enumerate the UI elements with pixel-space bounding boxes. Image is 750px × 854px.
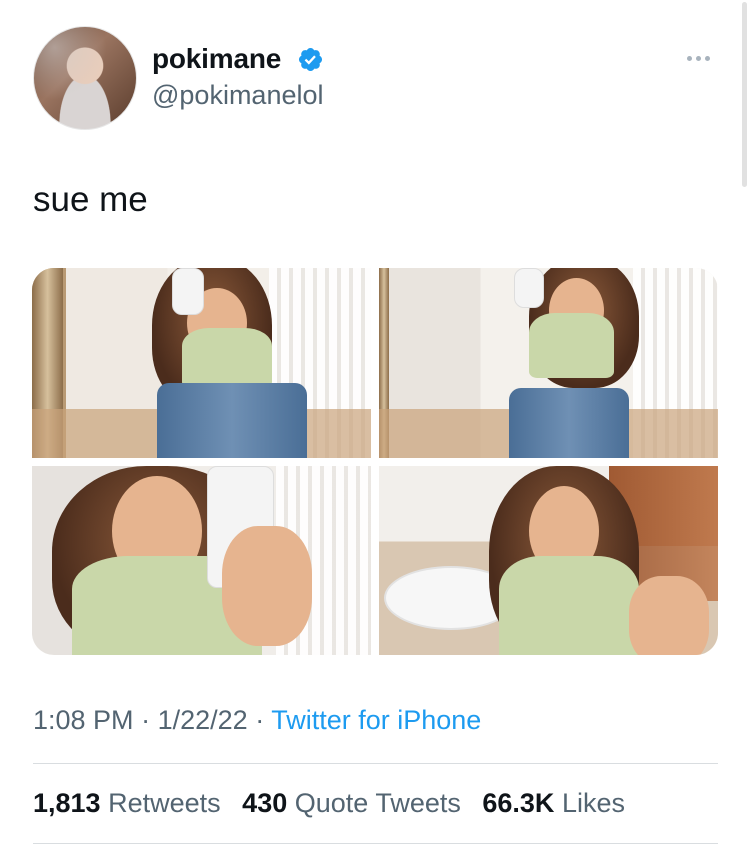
- media-grid: [32, 268, 718, 655]
- likes-label: Likes: [561, 788, 625, 818]
- avatar-image: [34, 27, 136, 129]
- retweets-stat[interactable]: 1,813 Retweets: [33, 788, 221, 818]
- meta-separator: ·: [141, 705, 151, 735]
- tweet-text: sue me: [33, 180, 148, 219]
- avatar[interactable]: [33, 26, 137, 130]
- quote-tweets-count: 430: [242, 788, 288, 818]
- retweets-label: Retweets: [108, 788, 221, 818]
- photo-3[interactable]: [32, 466, 371, 655]
- quote-tweets-stat[interactable]: 430 Quote Tweets: [242, 788, 461, 818]
- tweet-time: 1:08 PM: [33, 705, 134, 735]
- tweet-source-link[interactable]: Twitter for iPhone: [271, 705, 481, 735]
- quote-tweets-label: Quote Tweets: [294, 788, 461, 818]
- retweets-count: 1,813: [33, 788, 101, 818]
- meta-separator: ·: [255, 705, 265, 735]
- photo-1[interactable]: [32, 268, 371, 458]
- photo-4[interactable]: [379, 466, 718, 655]
- scrollbar[interactable]: [742, 2, 747, 187]
- likes-count: 66.3K: [482, 788, 555, 818]
- tweet-meta: 1:08 PM · 1/22/22 · Twitter for iPhone: [33, 705, 481, 736]
- display-name[interactable]: pokimane: [152, 43, 281, 75]
- tweet-stats: 1,813 Retweets 430 Quote Tweets 66.3K Li…: [33, 788, 639, 819]
- divider: [33, 843, 718, 844]
- more-options-icon[interactable]: [680, 52, 716, 64]
- divider: [33, 763, 718, 764]
- verified-badge-icon: [298, 47, 323, 72]
- user-handle[interactable]: @pokimanelol: [152, 80, 324, 111]
- photo-2[interactable]: [379, 268, 718, 458]
- likes-stat[interactable]: 66.3K Likes: [482, 788, 625, 818]
- tweet-date[interactable]: 1/22/22: [158, 705, 248, 735]
